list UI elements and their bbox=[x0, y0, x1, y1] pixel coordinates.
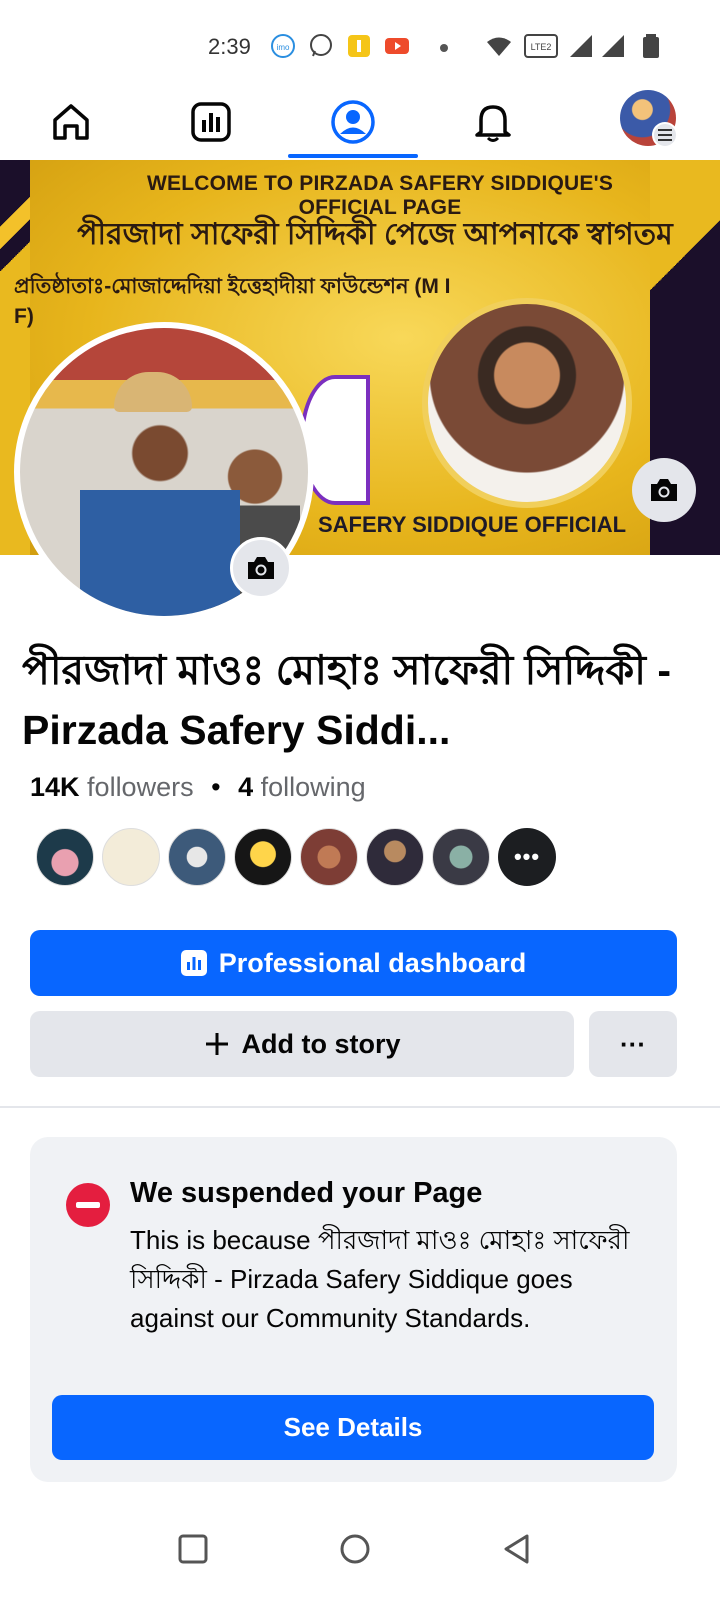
followers-count[interactable]: 14K bbox=[30, 772, 80, 802]
cover-portrait bbox=[422, 298, 632, 508]
more-followers-button[interactable]: ••• bbox=[498, 828, 556, 886]
page-title: পীরজাদা মাওঃ মোহাঃ সাফেরী সিদ্দিকী - Pir… bbox=[22, 647, 671, 753]
stats-separator: • bbox=[211, 772, 221, 802]
add-to-story-button[interactable]: Add to story bbox=[30, 1011, 574, 1077]
follower-avatar[interactable] bbox=[234, 828, 292, 886]
follower-avatar[interactable] bbox=[366, 828, 424, 886]
professional-dashboard-label: Professional dashboard bbox=[218, 947, 527, 978]
follower-avatar[interactable] bbox=[36, 828, 94, 886]
suspension-body: This is because পীরজাদা মাওঃ মোহাঃ সাফের… bbox=[130, 1225, 630, 1333]
section-divider bbox=[0, 1106, 720, 1108]
cover-bengali-welcome: পীরজাদা সাফেরী সিদ্দিকী পেজে আপনাকে স্বা… bbox=[77, 218, 673, 251]
signal-icon bbox=[602, 35, 624, 57]
follower-avatar[interactable] bbox=[168, 828, 226, 886]
cover-official-text: SAFERY SIDDIQUE OFFICIAL bbox=[318, 512, 627, 537]
volte-lte2-icon: LTE2 bbox=[524, 34, 558, 58]
dashboard-icon bbox=[180, 950, 207, 976]
home-circle-icon[interactable] bbox=[330, 1524, 380, 1574]
status-time: 2:39 bbox=[208, 34, 251, 59]
see-details-button[interactable]: See Details bbox=[52, 1395, 654, 1460]
svg-text:imo: imo bbox=[277, 43, 290, 52]
professional-dashboard-button[interactable]: Professional dashboard bbox=[30, 930, 677, 996]
profile-picture-cap bbox=[114, 372, 192, 412]
youtube-icon bbox=[385, 38, 409, 54]
profile-icon bbox=[331, 100, 375, 144]
follower-avatar[interactable] bbox=[300, 828, 358, 886]
menu-icon[interactable] bbox=[652, 122, 678, 148]
no-entry-icon bbox=[66, 1183, 110, 1227]
nav-dashboard[interactable] bbox=[146, 84, 276, 160]
home-icon bbox=[53, 104, 89, 140]
suspension-title: We suspended your Page bbox=[130, 1177, 483, 1209]
plus-icon bbox=[205, 1033, 228, 1055]
recents-icon[interactable] bbox=[168, 1524, 218, 1574]
suspension-notice-card: We suspended your Page This is because প… bbox=[30, 1137, 677, 1482]
battery-icon bbox=[643, 34, 659, 58]
edit-cover-camera-icon[interactable] bbox=[632, 458, 696, 522]
following-label[interactable]: following bbox=[261, 772, 366, 802]
status-bar: 2:39 imo LTE2 bbox=[0, 0, 720, 84]
back-icon[interactable] bbox=[492, 1524, 542, 1574]
following-count[interactable]: 4 bbox=[238, 772, 253, 802]
signal-icon bbox=[570, 35, 592, 57]
nav-profile[interactable] bbox=[288, 84, 418, 160]
svg-text:LTE2: LTE2 bbox=[531, 42, 552, 52]
follow-stats: 14K followers • 4 following bbox=[30, 772, 366, 803]
dashboard-icon bbox=[191, 102, 231, 142]
profile-picture-person bbox=[80, 398, 240, 616]
whatsapp-icon bbox=[310, 34, 332, 57]
follower-avatar[interactable] bbox=[102, 828, 160, 886]
nav-home[interactable] bbox=[6, 84, 136, 160]
followers-avatars: ••• bbox=[36, 828, 556, 888]
status-dot bbox=[440, 44, 448, 52]
system-navigation-bar bbox=[0, 1500, 720, 1600]
wifi-icon bbox=[487, 37, 511, 56]
followers-label[interactable]: followers bbox=[87, 772, 194, 802]
top-nav bbox=[0, 84, 720, 160]
add-to-story-label: Add to story bbox=[241, 1028, 401, 1059]
notification-app-icon bbox=[348, 35, 370, 57]
cover-founder-text: প্রতিষ্ঠাতাঃ-মোজাদ্দেদিয়া ইত্তেহাদীয়া … bbox=[14, 275, 451, 328]
bell-icon bbox=[475, 105, 511, 142]
imo-icon: imo bbox=[271, 34, 295, 58]
follower-avatar[interactable] bbox=[432, 828, 490, 886]
edit-profile-picture-camera-icon[interactable] bbox=[230, 537, 292, 599]
more-options-button[interactable]: ··· bbox=[589, 1011, 677, 1077]
nav-notifications[interactable] bbox=[428, 84, 558, 160]
